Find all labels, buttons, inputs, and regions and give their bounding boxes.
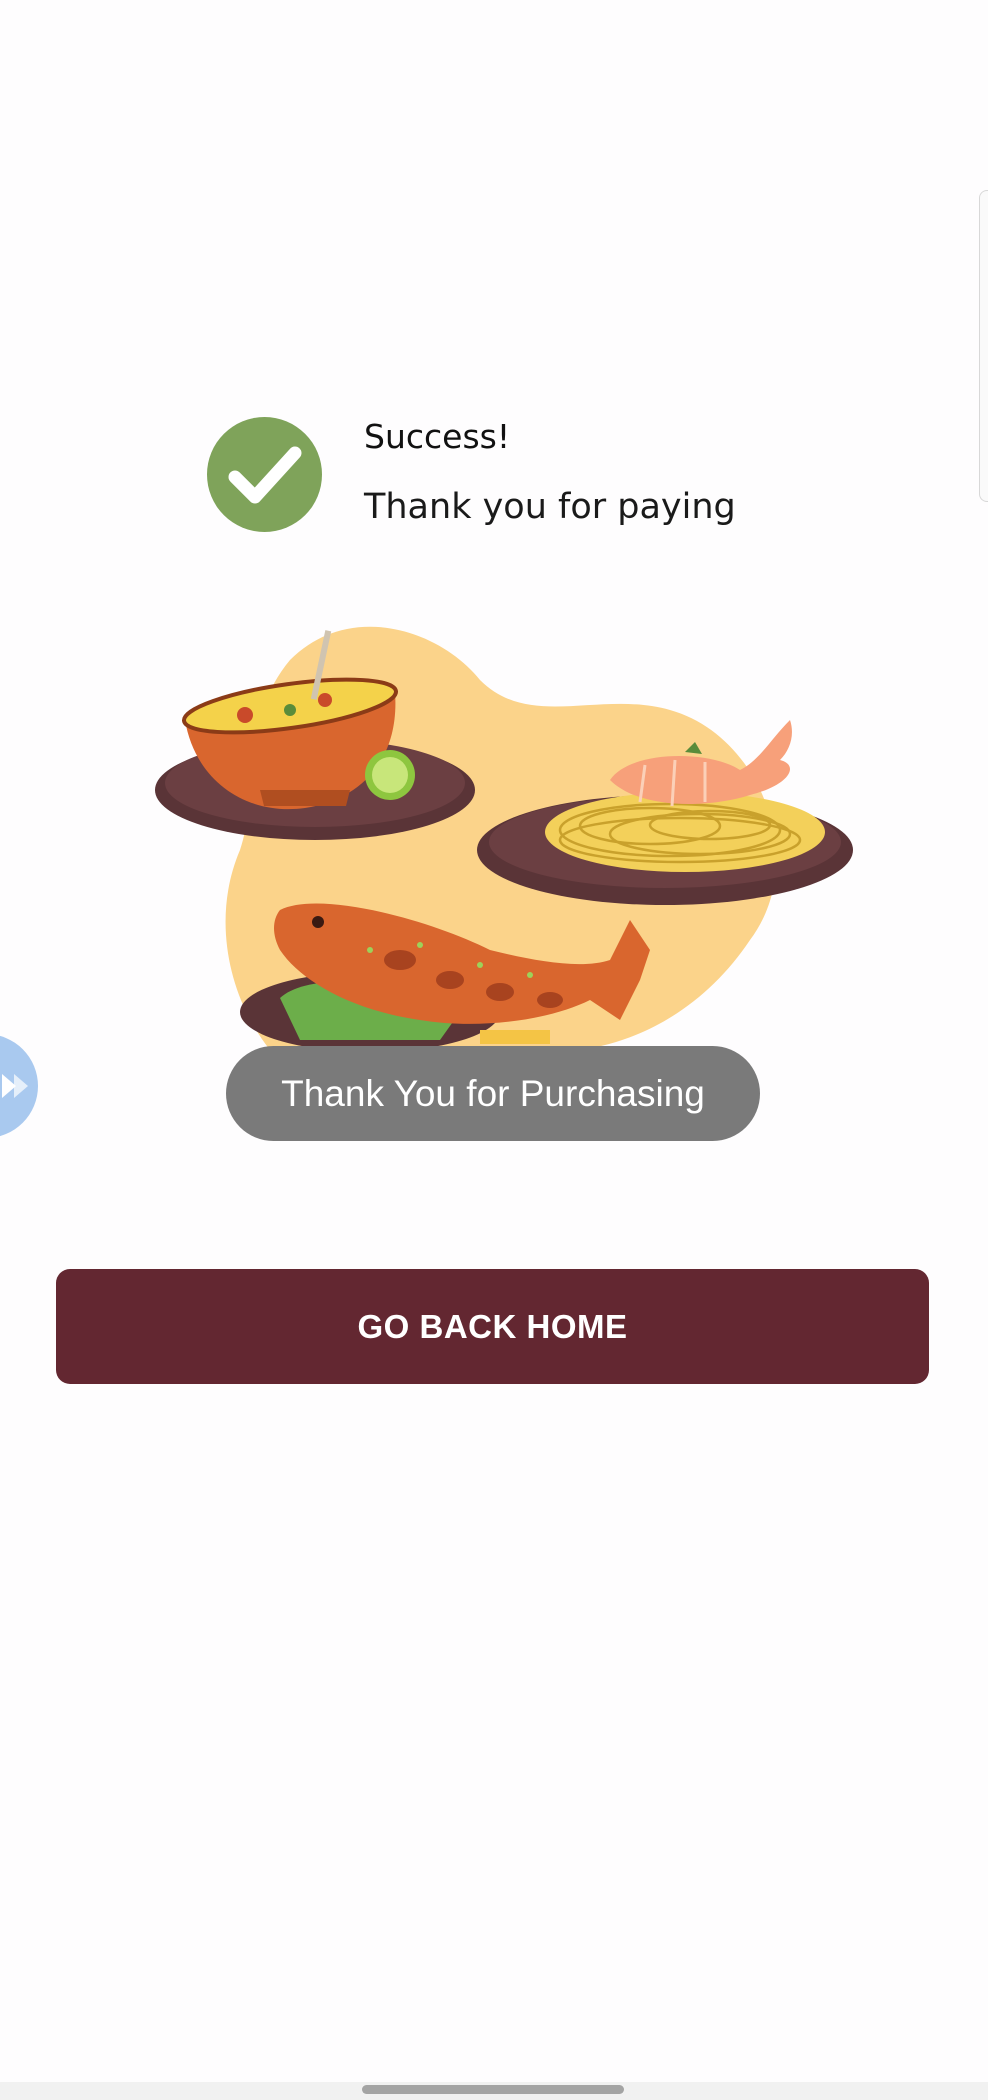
go-back-home-button[interactable]: GO BACK HOME [56, 1269, 929, 1384]
floating-bubble-icon[interactable] [0, 1034, 38, 1138]
check-icon [207, 417, 322, 532]
food-plates-illustration [150, 620, 880, 1060]
edge-panel-handle[interactable] [979, 190, 988, 502]
home-indicator[interactable] [362, 2085, 624, 2094]
navigation-bar [0, 2082, 988, 2100]
toast-message: Thank You for Purchasing [226, 1046, 760, 1141]
success-message: Thank you for paying [364, 487, 736, 527]
success-header: Success! Thank you for paying [207, 417, 787, 537]
success-title: Success! [364, 417, 511, 456]
success-screen: Success! Thank you for paying Thank You … [0, 0, 988, 2100]
